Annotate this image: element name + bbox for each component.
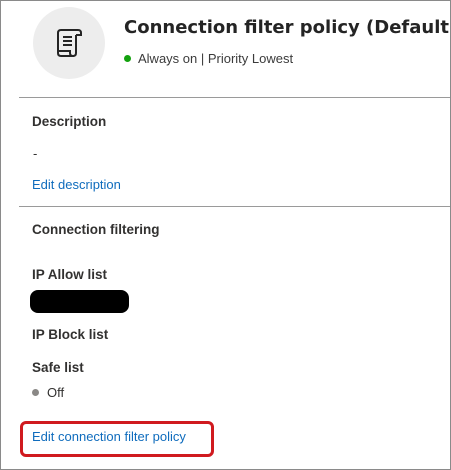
policy-avatar bbox=[33, 7, 105, 79]
status-off-icon bbox=[32, 389, 39, 396]
policy-status: Always on | Priority Lowest bbox=[124, 51, 293, 66]
description-value: - bbox=[33, 146, 38, 161]
safe-list-status: Off bbox=[32, 385, 64, 400]
policy-details-panel: Connection filter policy (Default) Alway… bbox=[0, 0, 451, 470]
policy-title: Connection filter policy (Default) bbox=[124, 17, 451, 38]
status-text: Always on | Priority Lowest bbox=[138, 51, 294, 66]
safe-list-label: Safe list bbox=[32, 360, 84, 375]
safe-list-value: Off bbox=[47, 385, 65, 400]
status-on-icon bbox=[124, 55, 131, 62]
header-divider bbox=[19, 97, 450, 98]
ip-block-list-label: IP Block list bbox=[32, 327, 109, 342]
connection-filtering-heading: Connection filtering bbox=[32, 222, 160, 237]
scroll-policy-icon bbox=[57, 29, 82, 58]
ip-allow-list-value-redacted bbox=[30, 290, 129, 313]
description-heading: Description bbox=[32, 114, 107, 129]
edit-description-link[interactable]: Edit description bbox=[32, 177, 121, 192]
edit-connection-filter-policy-link[interactable]: Edit connection filter policy bbox=[32, 429, 186, 444]
ip-allow-list-label: IP Allow list bbox=[32, 267, 108, 282]
section-divider bbox=[19, 206, 450, 207]
